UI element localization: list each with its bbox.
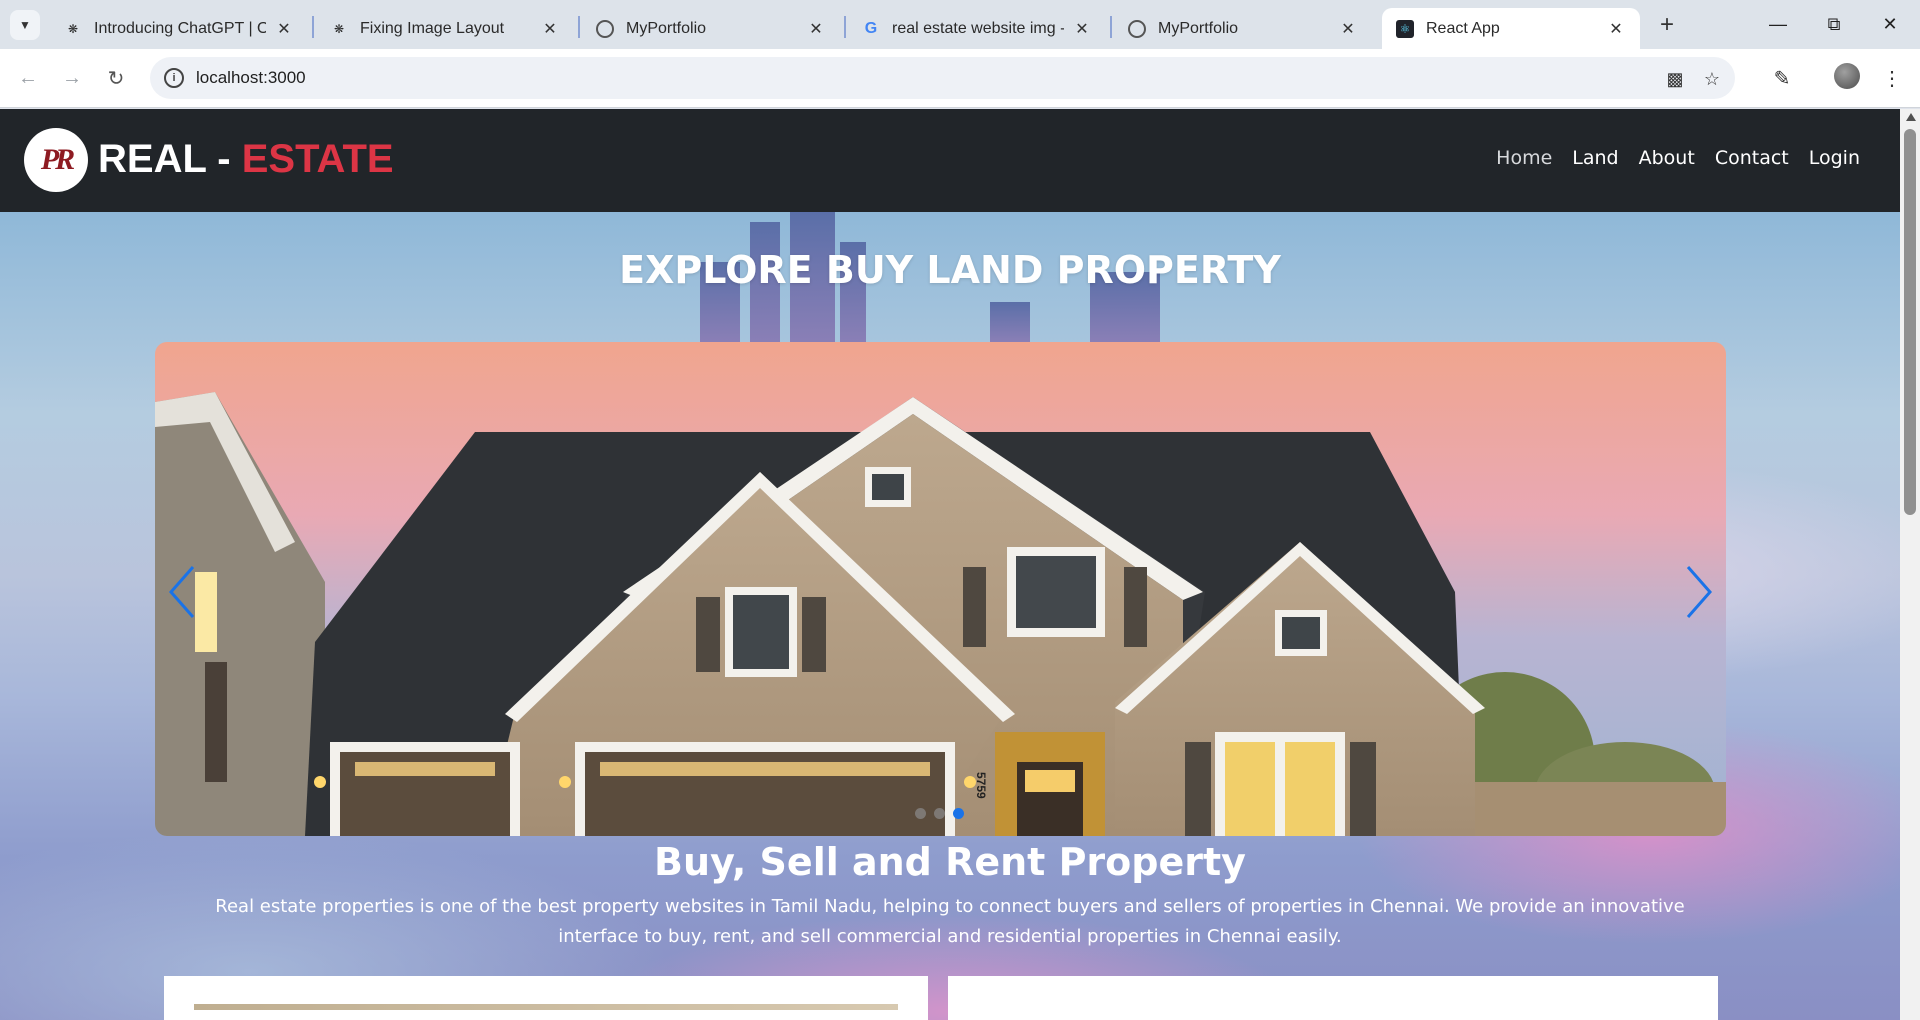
nav-link-land[interactable]: Land <box>1572 147 1618 169</box>
close-tab-icon[interactable]: ✕ <box>274 19 294 39</box>
house-photo: 5759 <box>155 342 1726 836</box>
browser-tab[interactable]: ❋ Introducing ChatGPT | Ope ✕ <box>50 8 308 49</box>
browser-tab[interactable]: ❋ Fixing Image Layout ✕ <box>316 8 574 49</box>
carousel-indicator-active[interactable] <box>953 808 964 819</box>
tab-title: MyPortfolio <box>1158 19 1239 37</box>
close-tab-icon[interactable]: ✕ <box>1338 19 1358 39</box>
card-image <box>194 1004 898 1010</box>
property-card[interactable] <box>164 976 928 1020</box>
nav-link-contact[interactable]: Contact <box>1715 147 1789 169</box>
carousel-prev-icon[interactable] <box>163 562 203 622</box>
scrollbar-thumb[interactable] <box>1904 129 1916 515</box>
reload-icon[interactable]: ↻ <box>100 62 132 94</box>
globe-icon <box>1128 19 1146 38</box>
nav-link-about[interactable]: About <box>1639 147 1695 169</box>
openai-icon: ❋ <box>67 21 79 36</box>
carousel-indicator[interactable] <box>915 808 926 819</box>
carousel-next-icon[interactable] <box>1678 562 1718 622</box>
carousel-indicators <box>915 808 964 819</box>
install-app-icon[interactable]: ▩ <box>1662 66 1688 92</box>
section-description: Real estate properties is one of the bes… <box>215 896 1685 947</box>
tab-separator <box>312 16 314 38</box>
openai-icon: ❋ <box>333 21 345 36</box>
url-text[interactable]: localhost:3000 <box>196 68 306 88</box>
site-navbar: PR REAL - ESTATE Home Land About Contact… <box>0 109 1900 212</box>
section-title: Buy, Sell and Rent Property <box>654 840 1246 884</box>
site-brand[interactable]: REAL - ESTATE <box>98 137 394 182</box>
close-tab-icon[interactable]: ✕ <box>1072 19 1092 39</box>
site-logo[interactable]: PR <box>24 128 88 192</box>
house-number: 5759 <box>974 772 988 799</box>
browser-tab[interactable]: MyPortfolio ✕ <box>1114 8 1372 49</box>
globe-icon <box>596 19 614 38</box>
bookmark-star-icon[interactable]: ☆ <box>1699 66 1725 92</box>
nav-links: Home Land About Contact Login <box>1496 147 1860 169</box>
address-bar[interactable]: i localhost:3000 ▩ ☆ <box>150 57 1735 99</box>
logo-monogram: PR <box>40 143 75 176</box>
tab-title: Introducing ChatGPT | Ope <box>94 19 266 37</box>
scroll-up-icon[interactable] <box>1906 113 1916 121</box>
page-scrollbar[interactable] <box>1900 109 1920 1020</box>
nav-link-login[interactable]: Login <box>1809 147 1860 169</box>
tab-separator <box>1110 16 1112 38</box>
minimize-icon[interactable]: — <box>1754 6 1802 42</box>
property-card[interactable] <box>948 976 1718 1020</box>
react-icon: ⚛ <box>1396 19 1414 38</box>
nav-link-home[interactable]: Home <box>1496 147 1552 169</box>
brand-text: REAL - <box>98 137 242 181</box>
tab-search-button[interactable]: ▼ <box>10 10 40 40</box>
tab-title: real estate website img - G <box>892 19 1064 37</box>
forward-icon[interactable]: → <box>56 62 88 94</box>
close-tab-icon[interactable]: ✕ <box>540 19 560 39</box>
tab-separator <box>844 16 846 38</box>
close-tab-icon[interactable]: ✕ <box>1606 19 1626 39</box>
browser-tab-active[interactable]: ⚛ React App ✕ <box>1382 8 1640 49</box>
back-icon[interactable]: ← <box>12 62 44 94</box>
new-tab-icon[interactable]: + <box>1652 10 1682 40</box>
restore-icon[interactable]: ⧉ <box>1810 6 1858 42</box>
tab-title: Fixing Image Layout <box>360 19 505 37</box>
browser-tab[interactable]: G real estate website img - G ✕ <box>848 8 1106 49</box>
hero-section: EXPLORE BUY LAND PROPERTY 5759 Buy, Sell… <box>0 212 1900 1020</box>
menu-kebab-icon[interactable]: ⋮ <box>1876 62 1908 94</box>
extensions-icon[interactable]: ✎ <box>1766 62 1798 94</box>
carousel-indicator[interactable] <box>934 808 945 819</box>
hero-title: EXPLORE BUY LAND PROPERTY <box>619 248 1281 292</box>
profile-avatar[interactable] <box>1834 63 1860 89</box>
google-icon: G <box>864 19 878 37</box>
site-info-icon[interactable]: i <box>164 68 184 88</box>
browser-tab-bar: ▼ ❋ Introducing ChatGPT | Ope ✕ ❋ Fixing… <box>0 0 1920 49</box>
tab-separator <box>578 16 580 38</box>
browser-toolbar: ← → ↻ i localhost:3000 ▩ ☆ ✎ ⋮ <box>0 49 1920 108</box>
brand-accent-text: ESTATE <box>241 137 394 181</box>
close-tab-icon[interactable]: ✕ <box>806 19 826 39</box>
property-carousel[interactable]: 5759 <box>155 342 1726 836</box>
tab-title: React App <box>1426 19 1500 37</box>
close-window-icon[interactable]: ✕ <box>1866 6 1914 42</box>
tab-title: MyPortfolio <box>626 19 707 37</box>
browser-tab[interactable]: MyPortfolio ✕ <box>582 8 840 49</box>
page-viewport: PR REAL - ESTATE Home Land About Contact… <box>0 109 1900 1020</box>
